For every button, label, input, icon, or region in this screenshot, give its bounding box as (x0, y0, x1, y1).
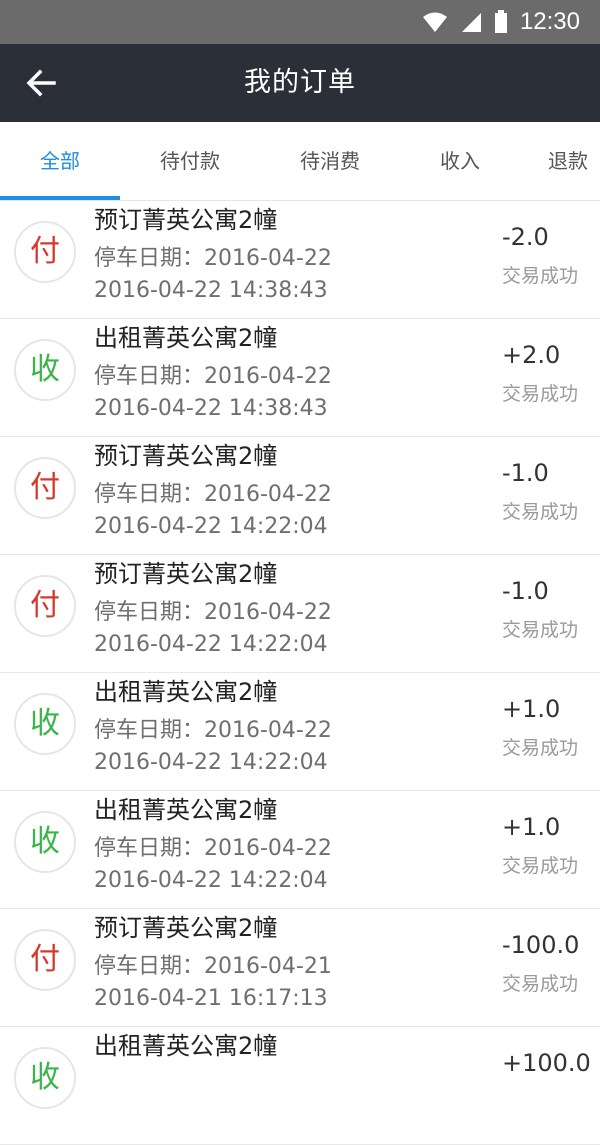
order-datetime: 2016-04-22 14:22:04 (94, 632, 328, 657)
order-list: 付 预订菁英公寓2幢 停车日期：2016-04-22 2016-04-22 14… (0, 201, 600, 1145)
receive-badge: 收 (14, 693, 76, 755)
order-row[interactable]: 收 出租菁英公寓2幢 停车日期：2016-04-22 2016-04-22 14… (0, 791, 600, 909)
order-amount: +1.0 (502, 695, 561, 723)
park-date: 停车日期：2016-04-22 (94, 836, 332, 861)
order-status: 交易成功 (502, 737, 579, 759)
wifi-icon (422, 12, 447, 32)
order-datetime: 2016-04-22 14:22:04 (94, 514, 328, 539)
order-datetime: 2016-04-22 14:38:43 (94, 396, 328, 421)
pay-badge: 付 (14, 457, 76, 519)
tab-all[interactable]: 全部 (0, 122, 120, 200)
receive-badge: 收 (14, 811, 76, 873)
order-title: 出租菁英公寓2幢 (94, 678, 278, 706)
order-title: 出租菁英公寓2幢 (94, 796, 278, 824)
order-row[interactable]: 收 出租菁英公寓2幢 停车日期：2016-04-22 2016-04-22 14… (0, 319, 600, 437)
order-row[interactable]: 付 预订菁英公寓2幢 停车日期：2016-04-21 2016-04-21 16… (0, 909, 600, 1027)
order-title: 出租菁英公寓2幢 (94, 324, 278, 352)
tab-refund[interactable]: 退款 (548, 122, 600, 200)
order-amount: +2.0 (502, 341, 561, 369)
order-amount: +1.0 (502, 813, 561, 841)
pay-badge: 付 (14, 575, 76, 637)
order-status: 交易成功 (502, 619, 579, 641)
status-icons: 12:30 (422, 8, 580, 36)
status-time: 12:30 (519, 8, 580, 35)
park-date: 停车日期：2016-04-22 (94, 364, 332, 389)
order-title: 预订菁英公寓2幢 (94, 914, 278, 942)
order-row[interactable]: 付 预订菁英公寓2幢 停车日期：2016-04-22 2016-04-22 14… (0, 555, 600, 673)
tab-pending-payment[interactable]: 待付款 (130, 122, 250, 200)
order-title: 预订菁英公寓2幢 (94, 442, 278, 470)
app-bar: 我的订单 (0, 44, 600, 122)
tab-bar: 全部 待付款 待消费 收入 退款 (0, 122, 600, 201)
park-date: 停车日期：2016-04-22 (94, 600, 332, 625)
order-title: 预订菁英公寓2幢 (94, 206, 278, 234)
pay-badge: 付 (14, 929, 76, 991)
order-amount: +100.0 (502, 1049, 591, 1077)
tab-pending-use[interactable]: 待消费 (270, 122, 390, 200)
order-status: 交易成功 (502, 265, 579, 287)
order-row[interactable]: 付 预订菁英公寓2幢 停车日期：2016-04-22 2016-04-22 14… (0, 437, 600, 555)
order-amount: -2.0 (502, 223, 549, 251)
order-row[interactable]: 付 预订菁英公寓2幢 停车日期：2016-04-22 2016-04-22 14… (0, 201, 600, 319)
order-status: 交易成功 (502, 973, 579, 995)
park-date: 停车日期：2016-04-22 (94, 482, 332, 507)
order-title: 预订菁英公寓2幢 (94, 560, 278, 588)
receive-badge: 收 (14, 1047, 76, 1109)
order-datetime: 2016-04-22 14:22:04 (94, 868, 328, 893)
order-amount: -1.0 (502, 577, 549, 605)
receive-badge: 收 (14, 339, 76, 401)
order-status: 交易成功 (502, 501, 579, 523)
page-title: 我的订单 (244, 67, 356, 98)
battery-icon (494, 10, 507, 33)
signal-icon (461, 13, 481, 32)
order-amount: -1.0 (502, 459, 549, 487)
order-datetime: 2016-04-22 14:22:04 (94, 750, 328, 775)
order-amount: -100.0 (502, 931, 580, 959)
park-date: 停车日期：2016-04-22 (94, 246, 332, 271)
order-title: 出租菁英公寓2幢 (94, 1032, 278, 1060)
park-date: 停车日期：2016-04-22 (94, 718, 332, 743)
order-datetime: 2016-04-22 14:38:43 (94, 278, 328, 303)
status-bar: 12:30 (0, 0, 600, 44)
order-row[interactable]: 收 出租菁英公寓2幢 停车日期：2016-04-22 2016-04-22 14… (0, 673, 600, 791)
order-status: 交易成功 (502, 383, 579, 405)
order-datetime: 2016-04-21 16:17:13 (94, 986, 328, 1011)
tab-income[interactable]: 收入 (420, 122, 500, 200)
park-date: 停车日期：2016-04-21 (94, 954, 332, 979)
order-row[interactable]: 收 出租菁英公寓2幢 +100.0 (0, 1027, 600, 1145)
pay-badge: 付 (14, 221, 76, 283)
order-status: 交易成功 (502, 855, 579, 877)
